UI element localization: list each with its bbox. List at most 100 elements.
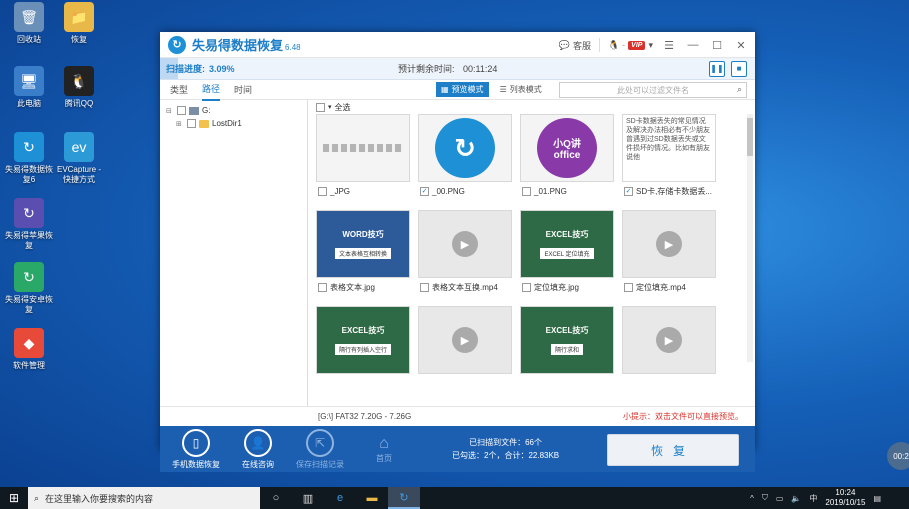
- recovery-app-taskbar-icon[interactable]: ↻: [388, 487, 420, 509]
- file-thumbnail[interactable]: EXCEL技巧 隔行有列插入空行: [316, 306, 410, 374]
- file-thumbnail[interactable]: EXCEL技巧 EXCEL 定位填充: [520, 210, 614, 278]
- file-checkbox[interactable]: [522, 186, 531, 196]
- scrollbar[interactable]: [747, 114, 753, 362]
- collapse-icon[interactable]: ⊟: [166, 107, 174, 115]
- chevron-down-icon: ▾: [328, 104, 332, 111]
- file-checkbox[interactable]: ✓: [624, 186, 633, 196]
- select-all[interactable]: ▾ 全选: [316, 100, 755, 114]
- online-consult-label: 在线咨询: [242, 459, 274, 469]
- save-record-button[interactable]: ⇱ 保存扫描记录: [292, 428, 348, 470]
- menu-icon[interactable]: ☰: [661, 37, 677, 53]
- tree-node-drive[interactable]: ⊟ G:: [166, 104, 301, 117]
- file-thumbnail[interactable]: SD卡数据丢失的常见情况及解决办法相必有不少朋友曾遇到过SD数据丢失或文件损坏的…: [622, 114, 716, 182]
- file-tile[interactable]: _JPG: [316, 114, 410, 210]
- pause-button[interactable]: ❚❚: [709, 60, 725, 77]
- thumbnail-subtitle: 隔行求和: [550, 344, 583, 355]
- file-checkbox[interactable]: [624, 282, 633, 292]
- chevron-up-icon[interactable]: ^: [750, 494, 754, 503]
- file-tile[interactable]: WORD技巧 文本表格互相转换 表格文本.jpg: [316, 210, 410, 306]
- desktop-icon[interactable]: ↻ 失易得安卓恢复: [4, 262, 54, 315]
- scrollbar-thumb[interactable]: [747, 118, 753, 156]
- file-explorer-icon[interactable]: ▬: [356, 487, 388, 509]
- close-button[interactable]: ✕: [733, 37, 749, 53]
- search-icon[interactable]: ⌕: [737, 84, 742, 95]
- file-checkbox[interactable]: [318, 282, 327, 292]
- file-tile[interactable]: ▶ 定位填充.mp4: [622, 210, 716, 306]
- file-thumbnail[interactable]: ▶: [622, 210, 716, 278]
- file-tile[interactable]: ▶: [622, 306, 716, 402]
- remaining-time-value: 00:11:24: [463, 64, 498, 74]
- desktop-icon[interactable]: 🗑 回收站: [4, 2, 54, 45]
- tab-time[interactable]: 时间: [234, 79, 252, 100]
- phone-icon: ▯: [182, 428, 210, 457]
- desktop-icon[interactable]: ev EVCapture - 快捷方式: [54, 132, 104, 185]
- file-tile[interactable]: 小Q讲 office _01.PNG: [520, 114, 614, 210]
- recover-button[interactable]: 恢复: [607, 434, 739, 466]
- volume-icon[interactable]: 🔈: [791, 494, 801, 503]
- app-window: ↻ 失易得数据恢复 6.48 💬 客服 🐧 - VIP ▾ ☰ — ☐ ✕ 扫描…: [160, 32, 755, 472]
- phone-recover-button[interactable]: ▯ 手机数据恢复: [168, 428, 224, 470]
- file-thumbnail[interactable]: EXCEL技巧 隔行求和: [520, 306, 614, 374]
- desktop-icon[interactable]: ↻ 失易得数据恢复6: [4, 132, 54, 185]
- desktop-icon-label: 回收站: [17, 35, 41, 44]
- file-checkbox[interactable]: [522, 282, 531, 292]
- checkbox[interactable]: [177, 106, 186, 115]
- tree-node-folder[interactable]: ⊞ LostDir1: [166, 117, 301, 130]
- file-checkbox[interactable]: [420, 282, 429, 292]
- app-title: 失易得数据恢复: [192, 38, 284, 53]
- taskbar-search[interactable]: ⌕ 在这里输入你要搜索的内容: [28, 487, 260, 509]
- file-thumbnail[interactable]: ▶: [418, 210, 512, 278]
- file-tile[interactable]: EXCEL技巧 隔行求和: [520, 306, 614, 402]
- ime-indicator[interactable]: 中: [809, 493, 817, 504]
- file-tile[interactable]: ▶: [418, 306, 512, 402]
- network-icon[interactable]: ▭: [776, 494, 784, 503]
- expand-icon[interactable]: ⊞: [176, 120, 184, 128]
- file-thumbnail[interactable]: WORD技巧 文本表格互相转换: [316, 210, 410, 278]
- notification-icon[interactable]: ▤: [873, 494, 881, 503]
- account-button[interactable]: 🐧 - VIP ▾: [608, 40, 653, 51]
- file-tile[interactable]: ↻ ✓ _00.PNG: [418, 114, 512, 210]
- remaining-time: 预计剩余时间: 00:11:24: [398, 62, 497, 75]
- desktop-icon[interactable]: 🖥 此电脑: [4, 66, 54, 109]
- desktop-icon[interactable]: 🐧 腾讯QQ: [54, 66, 104, 109]
- file-tile[interactable]: EXCEL技巧 EXCEL 定位填充定位填充.jpg: [520, 210, 614, 306]
- online-consult-button[interactable]: 👤 在线咨询: [230, 428, 286, 470]
- desktop-icon[interactable]: ◆ 软件管理: [4, 328, 54, 371]
- tab-path[interactable]: 路径: [202, 78, 221, 101]
- windows-start-icon[interactable]: ⊞: [0, 487, 28, 509]
- file-tile[interactable]: SD卡数据丢失的常见情况及解决办法相必有不少朋友曾遇到过SD数据丢失或文件损坏的…: [622, 114, 716, 210]
- customer-service-button[interactable]: 💬 客服: [559, 39, 591, 52]
- bottom-toolbar: ▯ 手机数据恢复 👤 在线咨询 ⇱ 保存扫描记录 ⌂ 首页 已扫描到文件：66个…: [160, 426, 755, 472]
- stop-button[interactable]: ■: [731, 60, 747, 77]
- file-thumbnail[interactable]: ▶: [418, 306, 512, 374]
- file-checkbox[interactable]: ✓: [420, 186, 429, 196]
- file-name: 定位填充.jpg: [534, 282, 579, 292]
- file-thumbnail[interactable]: 小Q讲 office: [520, 114, 614, 182]
- edge-browser-icon[interactable]: e: [324, 487, 356, 509]
- preview-mode-button[interactable]: ▦ 预览模式: [436, 82, 489, 97]
- minimize-button[interactable]: —: [685, 37, 701, 53]
- home-button[interactable]: ⌂ 首页: [364, 435, 404, 464]
- status-bar: [G:\] FAT32 7.20G - 7.26G 小提示：双击文件可以直接预览…: [160, 406, 755, 426]
- checkbox[interactable]: [187, 119, 196, 128]
- clock[interactable]: 10:24 2019/10/15: [825, 488, 865, 508]
- file-thumbnail[interactable]: ▶: [622, 306, 716, 374]
- file-checkbox[interactable]: [318, 186, 327, 196]
- shield-icon[interactable]: ⛉: [762, 493, 768, 503]
- file-thumbnail[interactable]: [316, 114, 410, 182]
- desktop-icon[interactable]: 📁 恢复: [54, 2, 104, 45]
- file-tile[interactable]: ▶ 表格文本互换.mp4: [418, 210, 512, 306]
- play-icon: ▶: [452, 327, 478, 353]
- maximize-button[interactable]: ☐: [709, 37, 725, 53]
- play-icon: ▶: [656, 327, 682, 353]
- tab-type[interactable]: 类型: [170, 79, 188, 100]
- file-thumbnail[interactable]: ↻: [418, 114, 512, 182]
- select-all-checkbox[interactable]: [316, 102, 325, 112]
- task-manager-icon[interactable]: ▥: [292, 487, 324, 509]
- desktop-icon[interactable]: ↻ 失易得苹果恢复: [4, 198, 54, 251]
- file-name: 表格文本互换.mp4: [432, 282, 498, 292]
- task-view-icon[interactable]: ○: [260, 487, 292, 509]
- file-tile[interactable]: EXCEL技巧 隔行有列插入空行: [316, 306, 410, 402]
- filter-input[interactable]: 此处可以过滤文件名 ⌕: [559, 82, 747, 98]
- list-mode-button[interactable]: ☰ 列表模式: [495, 82, 547, 97]
